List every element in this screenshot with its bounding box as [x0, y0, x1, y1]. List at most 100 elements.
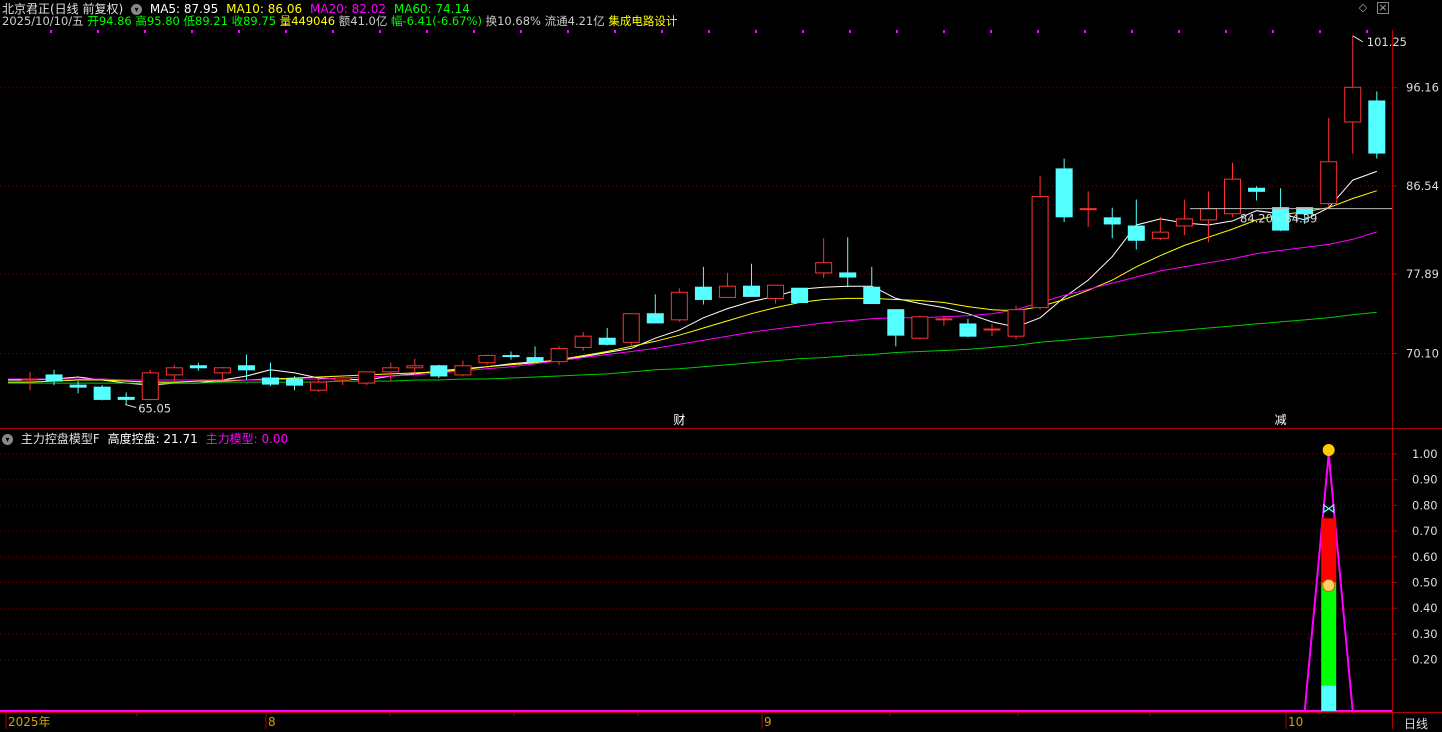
header-dot	[97, 30, 99, 33]
candle	[189, 362, 207, 371]
height-control-label: 高度控盘: 21.71	[107, 432, 198, 446]
candle	[791, 287, 809, 304]
settings-diamond-icon[interactable]: ◇	[1357, 2, 1369, 14]
main-y-tick-label: 70.10	[1406, 347, 1439, 361]
candle-body	[1007, 309, 1025, 337]
candle-body	[670, 291, 688, 321]
header-dot	[1366, 30, 1368, 33]
candle-body	[1199, 208, 1217, 221]
chart-canvas: 96.16 86.54 77.89 70.10 1.00 0.90 0.80 0.70 0.60…	[0, 30, 1442, 729]
main-y-tick-label: 77.89	[1406, 267, 1439, 281]
candle-body	[526, 357, 544, 363]
candle-body	[1248, 187, 1266, 192]
candle-body	[286, 378, 304, 386]
industry-label[interactable]: 集成电路设计	[608, 14, 677, 28]
candle	[1199, 191, 1217, 243]
candle	[863, 266, 881, 305]
candle-body	[646, 313, 664, 324]
candle-body	[1055, 168, 1073, 218]
candle	[815, 238, 833, 279]
candle-body	[983, 328, 1001, 331]
main-y-tick-label: 86.54	[1406, 179, 1439, 193]
header-dot	[755, 30, 757, 33]
header-dot	[191, 30, 193, 33]
high-marker-pointer	[1352, 35, 1364, 43]
candle	[213, 366, 231, 381]
header-dot	[426, 30, 428, 33]
candle	[1055, 158, 1073, 222]
candle-body	[791, 287, 809, 304]
candle	[93, 385, 111, 401]
amount-label: 额41.0亿	[338, 14, 388, 28]
candle	[983, 323, 1001, 337]
candle-body	[213, 367, 231, 374]
candle	[1007, 305, 1025, 340]
indicator-y-tick-label: 0.80	[1412, 498, 1438, 512]
header-dot	[990, 30, 992, 33]
close-label: 收89.75	[231, 14, 277, 28]
signal-band-red	[1321, 518, 1337, 583]
header-dot	[943, 30, 945, 33]
high-marker-label: 101.25	[1367, 35, 1407, 49]
candle	[430, 364, 448, 378]
candle-body	[1344, 86, 1362, 123]
main-model-label: 主力模型: 0.00	[205, 432, 289, 446]
candle	[911, 315, 929, 340]
header-dot	[238, 30, 240, 33]
candle-body	[502, 355, 520, 358]
header-dot	[661, 30, 663, 33]
candle-body	[21, 378, 39, 381]
indicator-y-tick-label: 1.00	[1412, 447, 1438, 461]
candle-body	[310, 381, 328, 391]
low-marker-pointer	[125, 404, 137, 408]
candle	[670, 288, 688, 322]
x-tick-label: 10	[1288, 715, 1303, 729]
butterfly-icon: ⋈	[1322, 501, 1336, 517]
low-label: 低89.21	[183, 14, 228, 28]
candle-body	[694, 286, 712, 300]
header-dot	[1178, 30, 1180, 33]
candle	[743, 263, 760, 297]
close-icon[interactable]: ×	[1377, 2, 1389, 14]
candle	[1175, 199, 1193, 236]
candle-body	[815, 262, 833, 274]
header-dot	[285, 30, 287, 33]
candle	[1248, 186, 1266, 201]
x-tick-label: 2025年	[8, 715, 51, 729]
header-dot	[1319, 30, 1321, 33]
header-row-2: 2025/10/10/五 开94.86 高95.80 低89.21 收89.75…	[2, 13, 677, 29]
ma-line-ma20	[8, 231, 1377, 381]
candle-body	[334, 377, 352, 381]
x-tick-label: 9	[764, 715, 772, 729]
indicator-name[interactable]: 主力控盘模型F	[21, 432, 100, 446]
change-label: 幅-6.41(-6.67%)	[391, 14, 482, 28]
candle-body	[1151, 231, 1169, 239]
indicator-y-tick-label: 0.90	[1412, 473, 1438, 487]
header-dot	[1084, 30, 1086, 33]
candle-body	[262, 377, 279, 385]
x-tick-label: 8	[268, 715, 276, 729]
candle-body	[382, 367, 400, 373]
candle-body	[1127, 225, 1145, 241]
candle-body	[69, 384, 87, 388]
header-dot	[802, 30, 804, 33]
candle-body	[839, 272, 857, 278]
open-label: 开94.86	[87, 14, 132, 28]
candle-body	[767, 284, 785, 299]
indicator-header: ▾ 主力控盘模型F 高度控盘: 21.71 主力模型: 0.00	[2, 430, 292, 447]
low-marker-label: 65.05	[138, 402, 171, 416]
candle-body	[574, 335, 592, 348]
candle-body	[141, 372, 159, 400]
indicator-chevron-icon[interactable]: ▾	[2, 434, 13, 445]
turnover-label: 换10.68%	[485, 14, 541, 28]
header-dot	[708, 30, 710, 33]
indicator-y-tick-label: 0.40	[1412, 601, 1438, 615]
indicator-y-tick-label: 0.20	[1412, 653, 1438, 667]
candle	[598, 328, 616, 346]
candle	[767, 284, 785, 304]
candle-body	[598, 337, 616, 345]
event-jian-badge: 减	[1275, 413, 1287, 427]
period-button[interactable]: 日线	[1404, 715, 1428, 732]
candle-body	[93, 386, 111, 400]
volume-label: 量449046	[279, 14, 336, 28]
